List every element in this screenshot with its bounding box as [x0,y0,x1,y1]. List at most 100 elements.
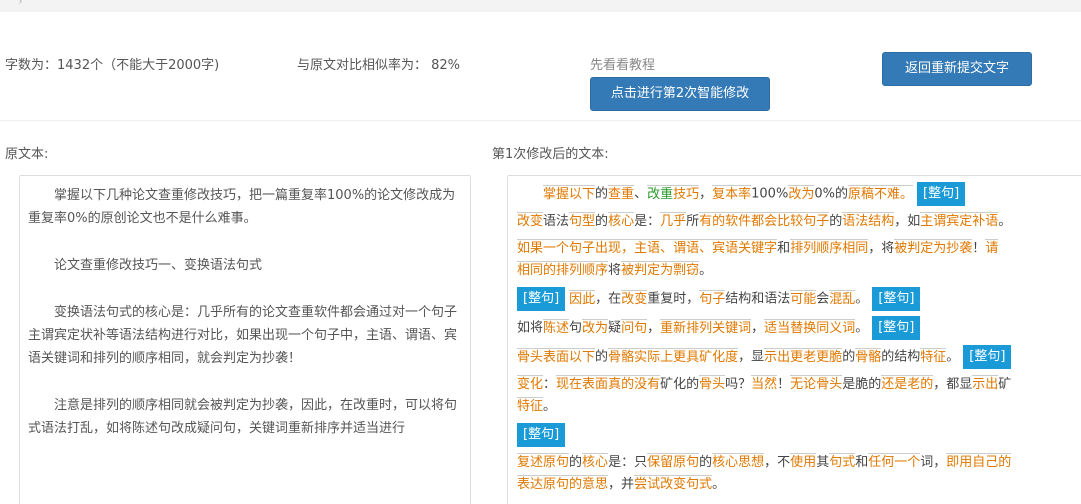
changed-word: 不难 [873,184,900,202]
changed-word: 排列 [790,239,817,256]
plain-word: ，都显 [933,377,973,392]
changed-word: 更脆 [816,347,843,365]
changed-word: 主谓 [920,212,947,229]
changed-word: 骨头 [699,375,726,392]
changed-word: 表达 [517,475,544,492]
plain-word: 矿 [998,377,1012,392]
resubmit-button[interactable]: 返回重新提交文字 [882,52,1032,86]
changed-word: 以下 [569,184,596,202]
changed-word: 都会 [751,212,778,229]
changed-word: 以下 [569,347,596,365]
plain-word: 。 [998,214,1012,229]
changed-word: 骨头 [517,347,544,365]
changed-word: 混乱 [829,289,856,307]
changed-word: 改变 [621,289,648,307]
modified-line: 骨头表面以下的骨骼实际上更具矿化度，显示出更老更脆的骨骼的结构特征。 [整句] [517,345,1081,369]
changed-word: 原句 [673,453,700,470]
smart-modify-button[interactable]: 点击进行第2次智能修改 [590,77,770,111]
changed-word: 改重 [647,184,674,202]
plain-word: ，不 [764,455,791,470]
changed-word: 剽窃 [673,261,700,278]
plain-word: 的结构 [881,349,921,365]
modified-line: 相同的排列顺序将被判定为剽窃。 [517,260,1081,282]
changed-word: 还是 [881,375,908,392]
plain-word: 会 [816,291,830,307]
plain-word: 所 [686,214,700,229]
word-count-text: 字数为：1432个（不能大于2000字) [5,58,220,73]
modified-line: 如将陈述句改为疑问句，重新排列关键词，适当替换同义词。 [整句] [517,316,1081,340]
plain-word: 矿化的 [660,377,700,392]
changed-word: 改为 [788,184,815,202]
modified-line: 特征。 [517,396,1081,418]
changed-word: 老的 [907,375,934,392]
original-text-panel[interactable]: 掌握以下几种论文查重修改技巧，把一篇重复率100%的论文修改成为重复率0%的原创… [19,175,471,504]
plain-word: ， [699,186,713,202]
changed-word: 核心 [582,453,609,470]
original-paragraph: 注意是排列的顺序相同就会被判定为抄袭，因此，在改重时，可以将句式语法打乱，如将陈… [28,398,458,436]
changed-word: 主语 [634,239,661,256]
whole-sentence-tag[interactable]: [整句] [917,182,966,206]
modified-text-panel[interactable]: 掌握以下的查重、改重技巧，复本率100%改为0%的原稿不难。 [整句] 改变语法句… [507,175,1081,504]
tutorial-link[interactable]: 先看看教程 [590,54,655,73]
whole-sentence-tag[interactable]: [整句] [517,287,566,311]
changed-word: 句子 [699,289,726,307]
plain-word: 。 [699,263,713,278]
changed-word: 宾语 [712,239,739,256]
changed-word: 如果 [517,239,544,256]
changed-word: 骨骼 [855,347,882,365]
changed-word: 关键词 [712,318,752,336]
whole-sentence-tag[interactable]: [整句] [517,423,566,447]
changed-word: 实际上 [634,347,674,365]
changed-word: 抄袭 [946,239,973,256]
changed-word: 请 [985,239,999,256]
whole-sentence-tag[interactable]: [整句] [872,287,921,311]
changed-word: 一个 [894,453,921,470]
changed-word: 补语 [972,212,999,229]
whole-sentence-tag[interactable]: [整句] [963,345,1012,369]
plain-word: ，并 [608,477,635,492]
changed-word: 比较 [777,212,804,229]
changed-word: 定为 [647,261,674,278]
changed-word: 句式 [829,453,856,470]
changed-word: 句子 [569,239,596,256]
plain-word: ，将 [868,241,895,256]
changed-word: 掌握 [543,184,570,202]
changed-word: 陈述 [543,318,570,336]
changed-word: 核心 [712,453,739,470]
changed-word: 的意思 [569,475,609,492]
changed-word: 问句 [621,318,648,336]
plain-word: ，显 [738,349,765,365]
changed-word: 排列 [556,261,583,278]
changed-word: 特征 [920,347,947,365]
changed-word: 无论 [790,375,817,392]
changed-word: 尝试 [634,475,661,492]
changed-word: 重新 [660,318,687,336]
changed-word: 顺序 [582,261,609,278]
changed-word: 定为 [920,239,947,256]
changed-word: 示出 [972,375,999,392]
changed-word: 关键字 [738,239,778,256]
plain-word: 和 [855,455,869,470]
plain-word: 是脆的 [842,377,882,392]
whole-sentence-tag[interactable]: [整句] [872,316,921,340]
modified-line: 变化：现在表面真的没有矿化的骨头吗？当然！无论骨头是脆的还是老的，都显示出矿 [517,374,1081,396]
changed-word: 可能 [790,289,817,307]
changed-word: 改变 [660,475,687,492]
changed-word: 真的 [608,375,635,392]
modified-line: [整句] 因此，在改变重复时，句子结构和语法可能会混乱。 [整句] [517,287,1081,311]
top-bar: › [0,0,1081,12]
plain-word: ： [543,377,557,392]
changed-word: 任何 [868,453,895,470]
changed-word: 矿化度 [699,347,739,365]
plain-word: 。 [712,477,726,492]
changed-word: 同义词 [816,318,856,336]
plain-word: 的 [569,455,583,470]
changed-word: 被判 [894,239,921,256]
changed-word: 有的 [699,212,726,229]
changed-word: 软件 [725,212,752,229]
changed-word: 示出 [764,347,791,365]
changed-word: 查重 [608,184,635,202]
changed-word: 原稿 [847,184,874,202]
plain-word: 100% [751,186,789,202]
original-paragraph: 掌握以下几种论文查重修改技巧，把一篇重复率100%的论文修改成为重复率0%的原创… [28,188,456,226]
